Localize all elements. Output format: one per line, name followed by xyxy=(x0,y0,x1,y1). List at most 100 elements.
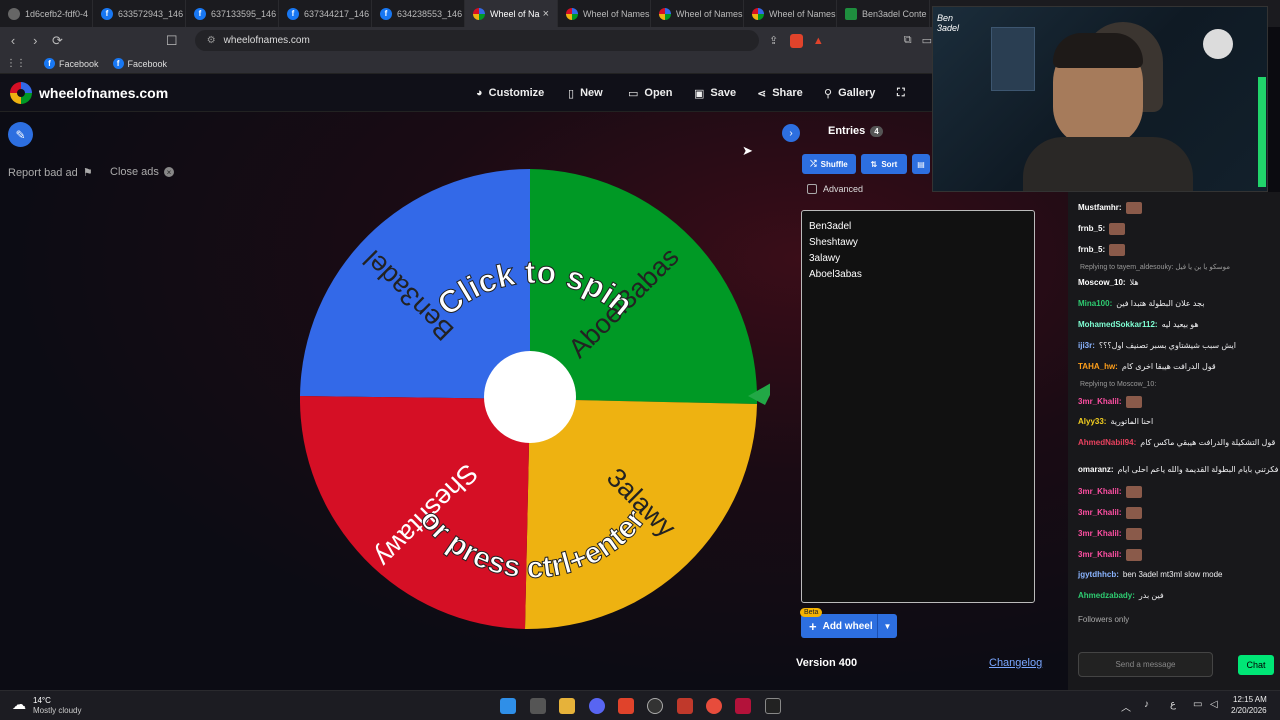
chat-username[interactable]: jgytdhhcb: xyxy=(1078,570,1119,579)
checkbox-box[interactable] xyxy=(807,184,817,194)
chat-username[interactable]: Alyy33: xyxy=(1078,417,1106,426)
url-input[interactable]: ⚙ wheelofnames.com xyxy=(194,30,759,51)
weather-desc[interactable]: Mostly cloudy xyxy=(33,706,81,715)
entries-textarea[interactable]: Ben3adel Sheshtawy 3alawy Aboel3abas xyxy=(801,210,1035,603)
back-icon[interactable]: ‹ xyxy=(4,33,22,48)
close-ads-link[interactable]: Close ads × xyxy=(110,166,174,178)
clock-date[interactable]: 2/20/2026 xyxy=(1231,706,1267,715)
browser-tab[interactable]: f 633572943_146 xyxy=(93,0,186,27)
file-explorer-icon[interactable] xyxy=(559,698,575,714)
site-logo[interactable]: wheelofnames.com xyxy=(10,81,168,104)
app-icon[interactable] xyxy=(677,698,693,714)
browser-tab[interactable]: Wheel of Names xyxy=(744,0,837,27)
chat-username[interactable]: frnb_5: xyxy=(1078,224,1105,233)
nav-share[interactable]: ⋖ Share xyxy=(757,74,803,112)
task-view-icon[interactable] xyxy=(530,698,546,714)
chat-username[interactable]: 3mr_Khalil: xyxy=(1078,529,1122,538)
language-indicator[interactable]: ع xyxy=(1170,699,1176,710)
browser-tab[interactable]: Ben3adel Conte xyxy=(837,0,930,27)
brave-shield-icon[interactable] xyxy=(790,33,803,48)
browser-tab[interactable]: 1d6cefb2-fdf0-4 xyxy=(0,0,93,27)
nav-save[interactable]: ▣ Save xyxy=(694,74,736,112)
chat-message: 3mr_Khalil: xyxy=(1078,507,1142,519)
nav-open[interactable]: ▭ Open xyxy=(628,74,673,112)
browser-tab[interactable]: f 634238553_146 xyxy=(372,0,465,27)
bookmark-facebook-1[interactable]: f Facebook xyxy=(44,58,99,69)
wheel-svg[interactable]: Ben3adel Aboel3abas 3alawy Sheshtawy Cli… xyxy=(299,169,778,639)
epic-games-icon[interactable] xyxy=(765,698,781,714)
microphone-icon[interactable]: ♪ xyxy=(1144,699,1149,710)
app-icon[interactable] xyxy=(735,698,751,714)
chat-send-button[interactable]: Chat xyxy=(1238,655,1274,675)
browser-tab[interactable]: Wheel of Na × xyxy=(465,0,558,27)
chat-message: frnb_5: xyxy=(1078,223,1126,235)
chat-username[interactable]: AhmedNabil94: xyxy=(1078,438,1136,447)
nav-gallery[interactable]: ⚲ Gallery xyxy=(824,74,875,112)
extensions-icon[interactable]: ⧉ xyxy=(904,34,912,47)
brave-browser-icon[interactable] xyxy=(618,698,634,714)
browser-tab[interactable]: Wheel of Names xyxy=(558,0,651,27)
site-info-icon[interactable]: ⚙ xyxy=(207,35,216,46)
tab-entries[interactable]: Entries 4 xyxy=(828,125,883,137)
reload-icon[interactable]: ⟳ xyxy=(48,33,66,49)
chat-username[interactable]: 3mr_Khalil: xyxy=(1078,550,1122,559)
shuffle-button[interactable]: ⤮ Shuffle xyxy=(802,154,856,174)
bookmarks-bar: ⋮⋮ f Facebook f Facebook xyxy=(0,54,932,74)
bookmark-facebook-2[interactable]: f Facebook xyxy=(112,58,167,69)
chat-username[interactable]: iji3r: xyxy=(1078,341,1095,350)
app-icon[interactable] xyxy=(647,698,663,714)
chat-username[interactable]: TAHA_hw: xyxy=(1078,362,1118,371)
wheel-center[interactable] xyxy=(484,351,576,443)
forward-icon[interactable]: › xyxy=(26,33,44,48)
streamer-hair xyxy=(1053,33,1143,68)
chat-text: ben 3adel mt3ml slow mode xyxy=(1122,570,1223,579)
chat-username[interactable]: frnb_5: xyxy=(1078,245,1105,254)
changelog-link[interactable]: Changelog xyxy=(989,657,1042,669)
nav-customize[interactable]: ◕ Customize xyxy=(476,74,544,112)
xbox-icon xyxy=(1203,29,1233,59)
report-bad-ad-link[interactable]: Report bad ad ⚑ xyxy=(8,166,93,180)
close-icon: × xyxy=(163,167,174,177)
followers-only-label: Followers only xyxy=(1078,615,1130,624)
more-tools-button[interactable]: ▤ xyxy=(912,154,930,174)
sidebar-icon[interactable]: ▭ xyxy=(922,34,932,47)
chat-message: 3mr_Khalil: xyxy=(1078,549,1142,561)
clock-time[interactable]: 12:15 AM xyxy=(1233,695,1267,704)
share-page-icon[interactable]: ⇪ xyxy=(769,34,778,47)
chat-username[interactable]: Mina100: xyxy=(1078,299,1112,308)
network-icon[interactable]: ▭ xyxy=(1193,699,1202,710)
discord-icon[interactable] xyxy=(589,698,605,714)
chat-username[interactable]: Mustfamhr: xyxy=(1078,203,1122,212)
wheel-icon xyxy=(659,7,671,20)
chat-username[interactable]: 3mr_Khalil: xyxy=(1078,487,1122,496)
sort-button[interactable]: ⇅ Sort xyxy=(861,154,907,174)
chat-input[interactable]: Send a message xyxy=(1078,652,1213,677)
chat-username[interactable]: Ahmedzabady: xyxy=(1078,591,1135,600)
chat-username[interactable]: MohamedSokkar112: xyxy=(1078,320,1158,329)
collapse-panel-button[interactable]: › xyxy=(782,124,800,142)
volume-icon[interactable]: ◁ xyxy=(1210,699,1218,710)
chevron-up-icon[interactable]: ︿ xyxy=(1121,699,1131,714)
browser-tab[interactable]: f 637133595_146 xyxy=(186,0,279,27)
wheel[interactable]: Ben3adel Aboel3abas 3alawy Sheshtawy Cli… xyxy=(299,169,778,644)
start-button-icon[interactable] xyxy=(500,698,516,714)
bookmark-icon[interactable]: ☐ xyxy=(163,33,181,49)
browser-tab[interactable]: f 637344217_146 xyxy=(279,0,372,27)
version-text: Version 400 xyxy=(796,657,858,669)
edit-icon: ▤ xyxy=(917,159,925,169)
chat-username[interactable]: Moscow_10: xyxy=(1078,278,1126,287)
browser-tab[interactable]: Wheel of Names xyxy=(651,0,744,27)
brave-rewards-icon[interactable]: ▲ xyxy=(813,35,824,47)
app-icon[interactable] xyxy=(706,698,722,714)
close-tab-icon[interactable]: × xyxy=(543,8,549,20)
add-wheel-button[interactable]: + Add wheel ▼ xyxy=(801,614,897,638)
chat-username[interactable]: omaranz: xyxy=(1078,465,1114,474)
chat-username[interactable]: 3mr_Khalil: xyxy=(1078,508,1122,517)
apps-grid-icon[interactable]: ⋮⋮ xyxy=(6,58,26,69)
advanced-checkbox[interactable]: Advanced xyxy=(807,184,863,194)
fullscreen-button[interactable]: ⛶ xyxy=(897,74,905,112)
edit-button[interactable]: ✎ xyxy=(8,122,33,147)
add-wheel-dropdown[interactable]: ▼ xyxy=(877,614,897,638)
nav-new[interactable]: ▯ New xyxy=(568,74,603,112)
chat-username[interactable]: 3mr_Khalil: xyxy=(1078,397,1122,406)
